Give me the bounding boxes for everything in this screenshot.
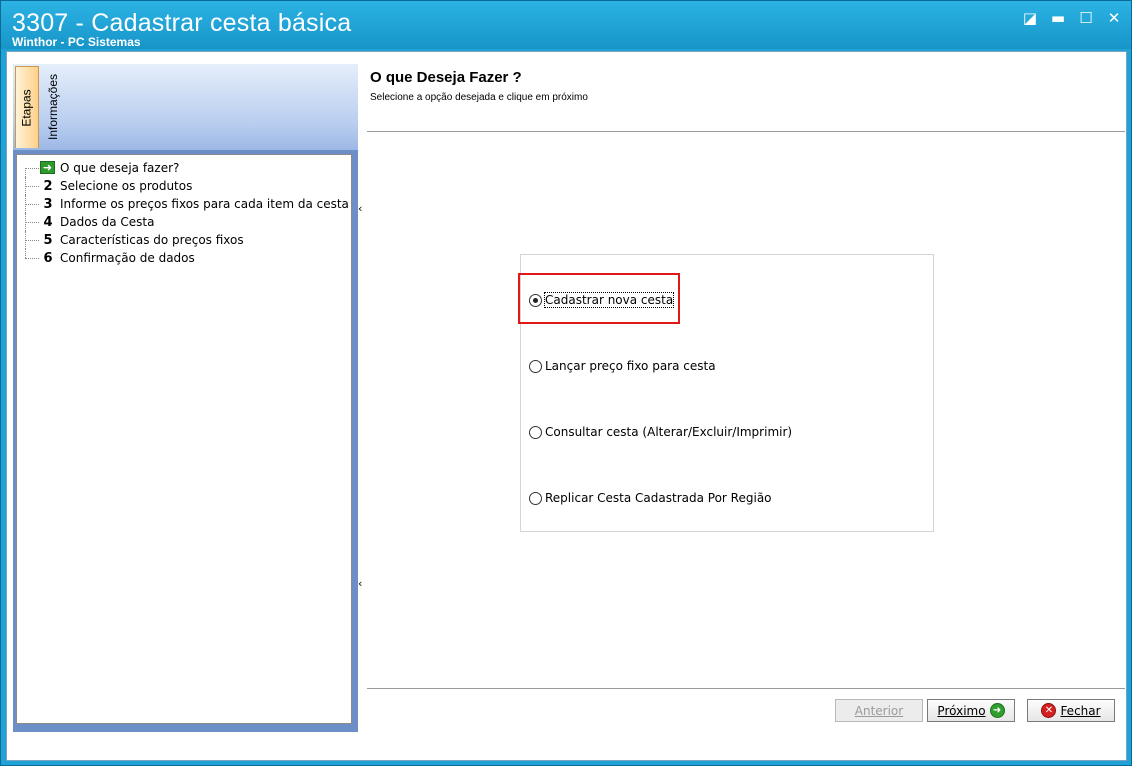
page-subtitle: Selecione a opção desejada e clique em p… xyxy=(370,92,588,103)
step-item[interactable]: 6 Confirmação de dados xyxy=(17,249,351,267)
step-item[interactable]: ➜ O que deseja fazer? xyxy=(17,159,351,177)
collapse-left-icon[interactable]: ‹ xyxy=(358,202,362,215)
step-number: 3 xyxy=(43,196,53,212)
arrow-right-icon: ➜ xyxy=(40,161,55,174)
option-label: Replicar Cesta Cadastrada Por Região xyxy=(545,491,772,505)
step-item[interactable]: 2 Selecione os produtos xyxy=(17,177,351,195)
step-label: Selecione os produtos xyxy=(60,179,193,193)
steps-panel: Etapas Informações ➜ O que deseja fazer?… xyxy=(13,64,358,732)
divider xyxy=(367,688,1125,689)
option-label: Lançar preço fixo para cesta xyxy=(545,359,716,373)
tree-connector xyxy=(25,168,39,169)
tab-etapas-label: Etapas xyxy=(20,88,35,127)
highlight-box xyxy=(518,273,680,324)
page-title: O que Deseja Fazer ? xyxy=(370,69,522,86)
tab-etapas[interactable]: Etapas xyxy=(15,66,39,148)
step-number: 2 xyxy=(43,178,53,194)
fechar-label: Fechar xyxy=(1060,703,1101,718)
tree-connector xyxy=(25,222,39,223)
proximo-button[interactable]: Próximo ➜ xyxy=(927,699,1015,722)
option-consultar-cesta[interactable]: Consultar cesta (Alterar/Excluir/Imprimi… xyxy=(529,425,792,439)
tree-connector xyxy=(25,240,39,241)
app-window: 3307 - Cadastrar cesta básica Winthor - … xyxy=(0,0,1132,766)
radio-unchecked-icon[interactable] xyxy=(529,359,542,373)
client-area: Etapas Informações ➜ O que deseja fazer?… xyxy=(6,51,1127,761)
window-title: 3307 - Cadastrar cesta básica xyxy=(12,9,352,37)
tree-connector xyxy=(25,258,39,259)
step-label: Dados da Cesta xyxy=(60,215,155,229)
radio-unchecked-icon[interactable] xyxy=(529,491,542,505)
tab-strip: Etapas Informações xyxy=(13,64,358,150)
maximize-icon[interactable]: ☐ xyxy=(1077,9,1095,27)
radio-unchecked-icon[interactable] xyxy=(529,425,542,439)
step-item[interactable]: 5 Características do preços fixos xyxy=(17,231,351,249)
window-subtitle: Winthor - PC Sistemas xyxy=(12,35,141,49)
tab-informacoes-label: Informações xyxy=(46,73,60,141)
fechar-button[interactable]: ✕ Fechar xyxy=(1027,699,1115,722)
anterior-label: Anterior xyxy=(854,703,904,718)
step-number: 6 xyxy=(43,250,53,266)
restore-icon[interactable]: ◪ xyxy=(1021,9,1039,27)
proximo-label: Próximo xyxy=(937,703,986,718)
close-icon: ✕ xyxy=(1041,703,1057,718)
panel-splitter[interactable]: ‹ ‹ xyxy=(358,202,366,592)
option-label: Consultar cesta (Alterar/Excluir/Imprimi… xyxy=(545,425,793,439)
step-number: 4 xyxy=(43,214,53,230)
step-item[interactable]: 4 Dados da Cesta xyxy=(17,213,351,231)
step-label: Características do preços fixos xyxy=(60,233,244,247)
step-label: Informe os preços fixos para cada item d… xyxy=(60,197,349,211)
anterior-button[interactable]: Anterior xyxy=(835,699,923,722)
steps-tree: ➜ O que deseja fazer? 2 Selecione os pro… xyxy=(16,154,352,724)
window-controls: ◪ ▬ ☐ ✕ xyxy=(1021,9,1123,27)
step-label: O que deseja fazer? xyxy=(60,161,180,175)
collapse-left-icon[interactable]: ‹ xyxy=(358,577,362,590)
tree-line xyxy=(25,168,26,177)
minimize-icon[interactable]: ▬ xyxy=(1049,9,1067,27)
step-item[interactable]: 3 Informe os preços fixos para cada item… xyxy=(17,195,351,213)
divider xyxy=(367,131,1125,132)
title-bar[interactable]: 3307 - Cadastrar cesta básica Winthor - … xyxy=(1,1,1131,49)
tree-line xyxy=(25,249,26,258)
tree-connector xyxy=(25,186,39,187)
step-label: Confirmação de dados xyxy=(60,251,195,265)
close-icon[interactable]: ✕ xyxy=(1105,9,1123,27)
tree-connector xyxy=(25,204,39,205)
arrow-right-icon: ➜ xyxy=(989,703,1005,718)
tab-informacoes[interactable]: Informações xyxy=(41,66,65,148)
option-replicar-cesta[interactable]: Replicar Cesta Cadastrada Por Região xyxy=(529,491,772,505)
option-lancar-preco-fixo[interactable]: Lançar preço fixo para cesta xyxy=(529,359,716,373)
step-number: 5 xyxy=(43,232,53,248)
